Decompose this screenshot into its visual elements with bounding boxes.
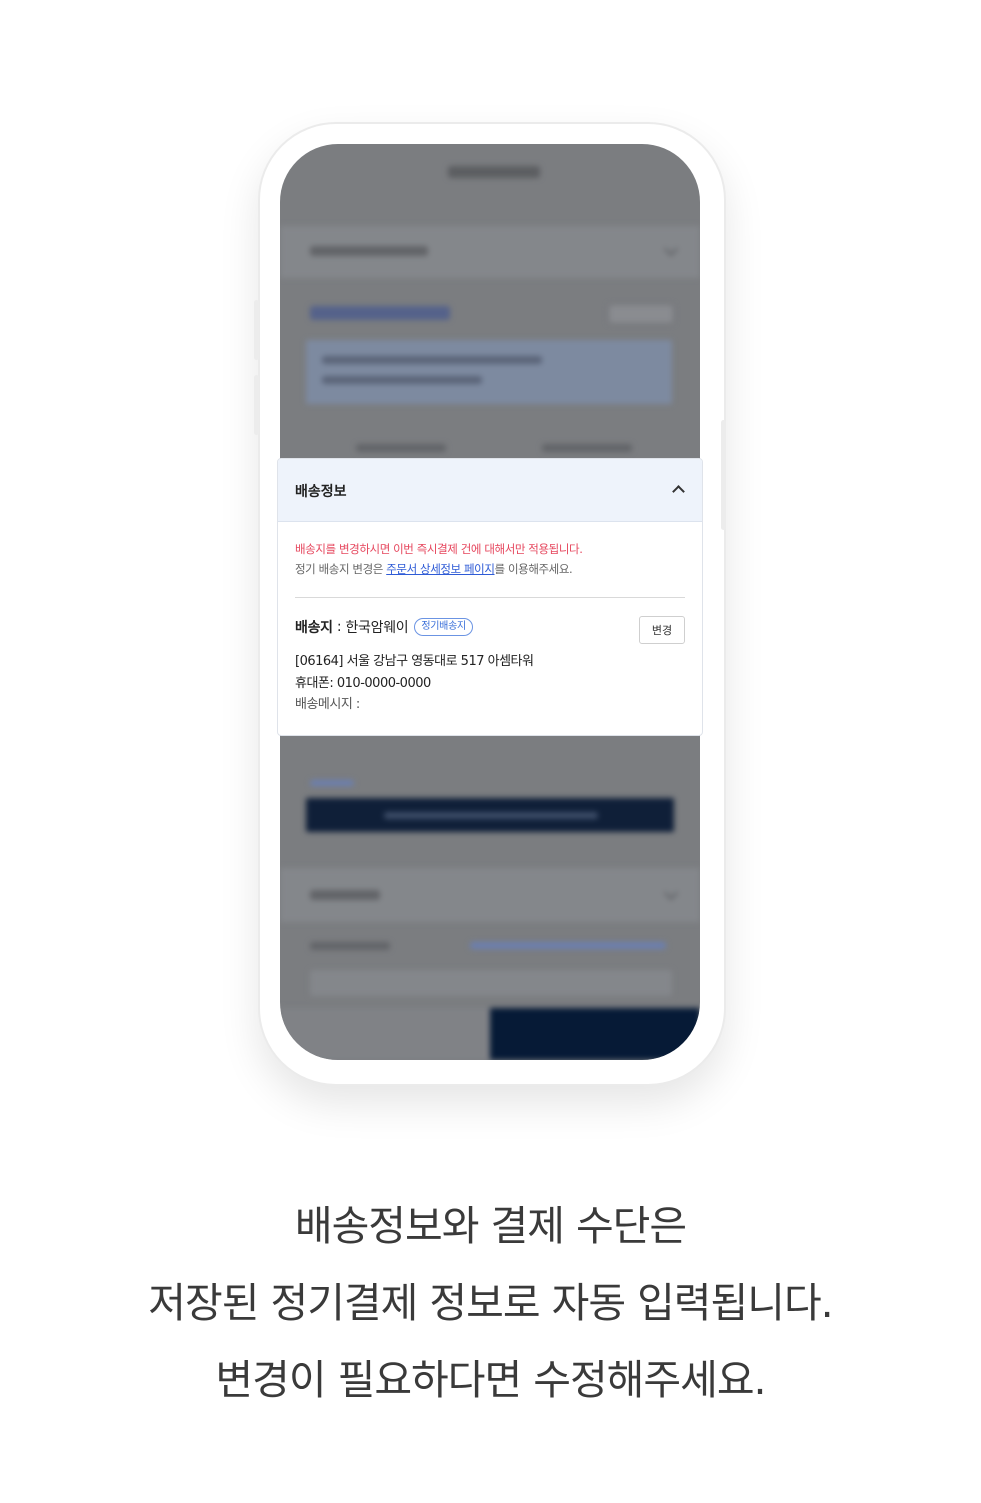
shipping-info-card: 배송정보 배송지를 변경하시면 이번 즉시결제 건에 대해서만 적용됩니다. 정…: [277, 458, 703, 736]
address-line: [06164] 서울 강남구 영동대로 517 아셈타워: [295, 654, 534, 669]
caption-line-2: 저장된 정기결제 정보로 자동 입력됩니다.: [148, 1279, 833, 1327]
address-name: 한국암웨이: [345, 620, 409, 636]
regular-address-badge: 정기배송지: [414, 618, 473, 636]
order-detail-link[interactable]: 주문서 상세정보 페이지: [386, 562, 495, 576]
caption: 배송정보와 결제 수단은 저장된 정기결제 정보로 자동 입력됩니다. 변경이 …: [0, 1188, 981, 1419]
caption-line-3: 변경이 필요하다면 수정해주세요.: [215, 1356, 766, 1404]
notice-guide-text: 정기 배송지 변경은 주문서 상세정보 페이지를 이용해주세요.: [295, 562, 573, 576]
phone-side-button-left-2: [254, 375, 259, 435]
phone-side-button-right: [721, 420, 726, 530]
bg-bottom-button-left: [280, 1008, 490, 1060]
address-separator: :: [332, 619, 346, 635]
address-label: 배송지: [295, 620, 333, 636]
delivery-message-label: 배송메시지 :: [295, 697, 360, 712]
change-address-button[interactable]: 변경: [639, 616, 685, 644]
caption-line-1: 배송정보와 결제 수단은: [294, 1202, 687, 1250]
address-header: 배송지 : 한국암웨이 정기배송지: [295, 617, 473, 637]
notice-warning-text: 배송지를 변경하시면 이번 즉시결제 건에 대해서만 적용됩니다.: [295, 542, 583, 556]
chevron-up-icon[interactable]: [672, 485, 685, 498]
bg-bottom-button-right: [490, 1008, 700, 1060]
shipping-info-header[interactable]: 배송정보: [278, 459, 702, 522]
shipping-notice: 배송지를 변경하시면 이번 즉시결제 건에 대해서만 적용됩니다. 정기 배송지…: [295, 539, 583, 579]
bg-page-title: [448, 166, 540, 178]
shipping-info-title: 배송정보: [295, 484, 347, 500]
phone-line: 휴대폰: 010-0000-0000: [295, 675, 431, 691]
address-details: [06164] 서울 강남구 영동대로 517 아셈타워 휴대폰: 010-00…: [295, 651, 534, 716]
phone-side-button-left: [254, 300, 259, 360]
bg-info-box: [306, 340, 672, 404]
divider: [295, 597, 685, 598]
